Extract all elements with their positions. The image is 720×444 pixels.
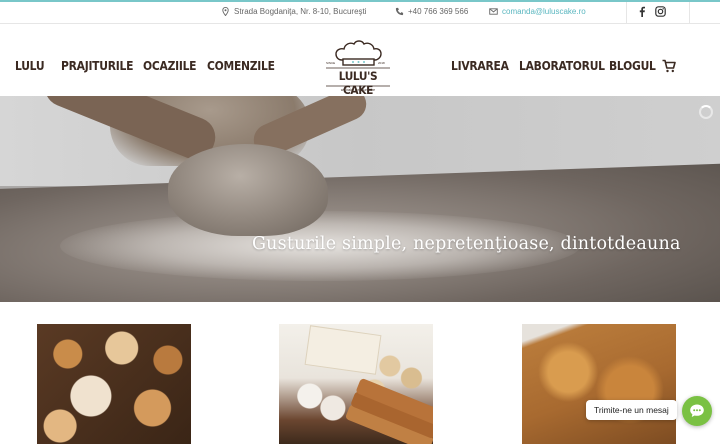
logo-name: LULU'S CAKE bbox=[338, 69, 378, 97]
nav-item-prajiturile[interactable]: PRAJITURILE bbox=[61, 58, 133, 73]
nav-item-blogul[interactable]: BLOGUL bbox=[609, 58, 656, 73]
logo-since: SINCE bbox=[326, 61, 336, 65]
product-image-pie[interactable] bbox=[522, 324, 676, 444]
logo-slogan: we bake for your sake bbox=[340, 88, 376, 92]
facebook-link[interactable] bbox=[638, 6, 646, 20]
email-link[interactable]: comanda@luluscake.ro bbox=[502, 7, 586, 16]
nav-item-ocaziile[interactable]: OCAZIILE bbox=[143, 58, 197, 73]
product-image-pastries[interactable] bbox=[37, 324, 191, 444]
shopping-cart-icon[interactable] bbox=[662, 59, 676, 73]
address-info: Strada Bogdaniţa, Nr. 8-10, Bucureşti bbox=[221, 7, 367, 16]
product-image-detail bbox=[304, 325, 382, 375]
phone-text: +40 766 369 566 bbox=[408, 7, 469, 16]
hero-banner: Gusturile simple, nepretenţioase, dintot… bbox=[0, 96, 720, 302]
product-image-platter[interactable] bbox=[279, 324, 433, 444]
chat-icon bbox=[690, 404, 704, 417]
main-navigation: LULU PRAJITURILE OCAZIILE COMENZILE SINC… bbox=[0, 24, 720, 97]
nav-item-livrarea[interactable]: LIVRAREA bbox=[451, 58, 509, 73]
slider-loading-icon bbox=[699, 105, 713, 119]
divider bbox=[626, 2, 627, 24]
nav-item-lulu[interactable]: LULU bbox=[15, 58, 45, 73]
site-logo[interactable]: SINCE 2018 LULU'S CAKE we bake for your … bbox=[320, 38, 396, 97]
nav-item-comenzile[interactable]: COMENZILE bbox=[207, 58, 275, 73]
envelope-icon bbox=[489, 8, 498, 15]
instagram-link[interactable] bbox=[655, 6, 666, 20]
phone-icon bbox=[395, 7, 404, 16]
nav-item-laboratorul[interactable]: LABORATORUL bbox=[519, 58, 605, 73]
chat-message-label[interactable]: Trimite-ne un mesaj bbox=[586, 400, 677, 420]
hero-dough bbox=[168, 144, 328, 236]
facebook-icon bbox=[639, 6, 645, 17]
address-text: Strada Bogdaniţa, Nr. 8-10, Bucureşti bbox=[234, 7, 367, 16]
top-info-bar: Strada Bogdaniţa, Nr. 8-10, Bucureşti +4… bbox=[0, 0, 720, 24]
divider bbox=[689, 2, 690, 24]
instagram-icon bbox=[655, 6, 666, 17]
hero-tagline: Gusturile simple, nepretenţioase, dintot… bbox=[252, 234, 681, 254]
product-image-detail bbox=[355, 377, 433, 427]
chat-button[interactable] bbox=[682, 396, 712, 426]
email-info[interactable]: comanda@luluscake.ro bbox=[489, 7, 586, 16]
phone-info[interactable]: +40 766 369 566 bbox=[395, 7, 468, 16]
logo-year: 2018 bbox=[378, 61, 385, 65]
map-pin-icon bbox=[222, 7, 229, 16]
